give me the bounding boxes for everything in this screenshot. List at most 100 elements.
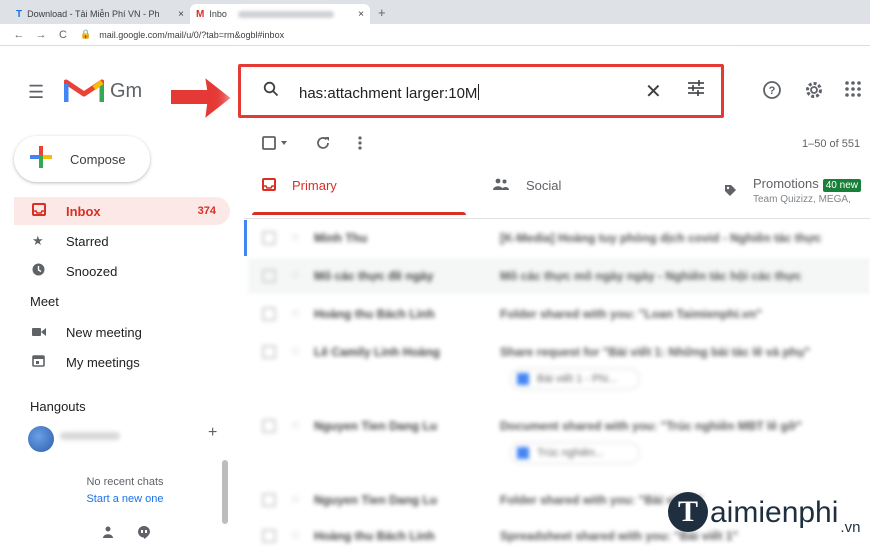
tab-title: Download - Tải Miễn Phí VN - Ph xyxy=(27,9,160,19)
browser-tab-inbox[interactable]: M Inbo × xyxy=(190,4,370,24)
more-options-icon[interactable] xyxy=(358,136,362,153)
watermark-logo: T xyxy=(668,492,708,532)
active-tab-indicator xyxy=(252,212,466,215)
table-row[interactable]: ☆ Minh Thu [K-Media] Hoàng tuy phòng dịc… xyxy=(248,220,870,256)
gmail-favicon: M xyxy=(196,8,205,20)
attachment-chip-label: Trúc nghiên... xyxy=(537,447,604,459)
search-input[interactable]: has:attachment larger:10M xyxy=(299,84,480,102)
tab-title: Inbo xyxy=(209,9,227,19)
doc-icon xyxy=(517,373,529,385)
star-icon[interactable]: ☆ xyxy=(290,230,301,244)
tab-title-blurred xyxy=(238,10,335,18)
person-icon[interactable] xyxy=(102,526,114,541)
refresh-icon[interactable] xyxy=(316,136,330,153)
tag-icon xyxy=(724,184,737,200)
attachment-chip[interactable]: Bài viết 1 - Phi... xyxy=(510,368,640,390)
promotions-new-badge: 40 new xyxy=(822,179,861,192)
menu-icon[interactable]: ☰ xyxy=(28,82,44,103)
back-icon[interactable]: ← xyxy=(8,29,30,41)
tab-social[interactable]: Social xyxy=(492,178,561,218)
row-sender: Lê Camily Linh Hoàng xyxy=(314,345,441,359)
sidebar-item-label: Snoozed xyxy=(66,263,118,279)
row-subject: Folder shared with you: "Loan Taimienphi… xyxy=(500,307,762,321)
row-checkbox[interactable] xyxy=(262,529,276,543)
sidebar-item-snoozed[interactable]: Snoozed xyxy=(14,257,230,285)
table-row[interactable]: ☆ Hoàng thu Bách Linh Folder shared with… xyxy=(248,296,870,332)
pointer-arrow-icon xyxy=(169,73,234,122)
compose-button[interactable]: Compose xyxy=(14,136,150,182)
attachment-chip-label: Bài viết 1 - Phi... xyxy=(537,373,618,385)
tab-close-icon[interactable]: × xyxy=(178,9,184,20)
search-options-icon[interactable] xyxy=(687,80,705,101)
settings-gear-icon[interactable] xyxy=(804,80,824,105)
row-sender: Minh Thu xyxy=(314,231,368,245)
sidebar-item-inbox[interactable]: Inbox 374 xyxy=(14,197,230,225)
add-chat-icon[interactable]: + xyxy=(208,424,217,442)
tab-close-icon[interactable]: × xyxy=(358,9,364,20)
sidebar-item-starred[interactable]: ★ Starred xyxy=(14,227,230,255)
sidebar-item-label: My meetings xyxy=(66,354,140,370)
table-row[interactable]: ☆ Nguyen Tien Dang Lu Document shared wi… xyxy=(248,408,870,474)
meet-section-title: Meet xyxy=(30,294,59,309)
people-icon xyxy=(492,178,510,193)
browser-tab-download[interactable]: T Download - Tải Miễn Phí VN - Ph × xyxy=(10,4,190,24)
star-icon[interactable]: ☆ xyxy=(290,418,301,432)
hangouts-section-title: Hangouts xyxy=(30,399,86,414)
calendar-icon xyxy=(32,354,66,370)
tab-favicon: T xyxy=(16,8,23,20)
star-icon[interactable]: ☆ xyxy=(290,344,301,358)
taimienphi-watermark: T aimienphi .vn xyxy=(668,492,860,536)
browser-tab-bar: T Download - Tải Miễn Phí VN - Ph × M In… xyxy=(0,0,870,24)
row-checkbox[interactable] xyxy=(262,493,276,507)
url-field[interactable]: mail.google.com/mail/u/0/?tab=rm&ogbl#in… xyxy=(99,30,284,40)
attachment-chip[interactable]: Trúc nghiên... xyxy=(510,442,640,464)
row-subject: [K-Media] Hoàng tuy phòng dịch covid - N… xyxy=(500,231,822,245)
hangouts-icon[interactable] xyxy=(138,526,150,542)
row-subject: Share request for "Bài viết 1: Những bài… xyxy=(500,345,811,359)
tab-promotions[interactable]: Promotions 40 new Team Quizizz, MEGA, xyxy=(724,176,861,218)
watermark-suffix: .vn xyxy=(840,519,861,536)
search-icon[interactable] xyxy=(263,81,279,102)
clear-search-icon[interactable]: ✕ xyxy=(645,79,662,104)
star-icon[interactable]: ☆ xyxy=(290,492,301,506)
row-subject: Document shared with you: "Trúc nghiên M… xyxy=(500,419,802,433)
row-checkbox[interactable] xyxy=(262,269,276,283)
sidebar-item-my-meetings[interactable]: My meetings xyxy=(14,348,230,376)
table-row[interactable]: ☆ Mô các thực đề ngày Mô các thực mô ngà… xyxy=(248,258,870,294)
star-icon[interactable]: ☆ xyxy=(290,268,301,282)
star-icon[interactable]: ☆ xyxy=(290,528,301,542)
row-checkbox[interactable] xyxy=(262,345,276,359)
gmail-logo-icon xyxy=(64,79,104,102)
new-tab-button[interactable]: + xyxy=(378,5,386,20)
inbox-icon xyxy=(32,203,66,219)
row-checkbox[interactable] xyxy=(262,231,276,245)
gmail-logo-text: Gm xyxy=(110,80,143,102)
clock-icon xyxy=(32,263,66,279)
reload-icon[interactable]: C xyxy=(52,29,74,41)
tab-label: Social xyxy=(526,178,562,193)
search-bar[interactable]: has:attachment larger:10M ✕ xyxy=(238,64,724,118)
sidebar-scrollbar[interactable] xyxy=(222,460,228,524)
doc-icon xyxy=(517,447,529,459)
row-sender: Mô các thực đề ngày xyxy=(314,269,434,283)
no-chats-text: No recent chats xyxy=(86,476,164,488)
tabs-divider xyxy=(244,218,870,219)
help-icon[interactable]: ? xyxy=(762,80,782,105)
pagination-range: 1–50 of 551 xyxy=(802,138,861,150)
forward-icon[interactable]: → xyxy=(30,29,52,41)
promotions-senders: Team Quizizz, MEGA, xyxy=(753,194,851,205)
start-new-chat-link[interactable]: Start a new one xyxy=(60,491,190,508)
row-checkbox[interactable] xyxy=(262,419,276,433)
avatar[interactable] xyxy=(28,426,54,452)
select-all-checkbox[interactable] xyxy=(262,136,288,153)
sidebar-item-new-meeting[interactable]: New meeting xyxy=(14,318,230,346)
compose-label: Compose xyxy=(70,151,126,167)
tab-label: Promotions xyxy=(753,176,819,191)
row-sender: Nguyen Tien Dang Lu xyxy=(314,493,438,507)
apps-grid-icon[interactable] xyxy=(844,80,862,103)
row-checkbox[interactable] xyxy=(262,307,276,321)
compose-plus-icon xyxy=(28,144,54,175)
star-icon[interactable]: ☆ xyxy=(290,306,301,320)
table-row[interactable]: ☆ Lê Camily Linh Hoàng Share request for… xyxy=(248,334,870,400)
row-sender: Nguyen Tien Dang Lu xyxy=(314,419,438,433)
